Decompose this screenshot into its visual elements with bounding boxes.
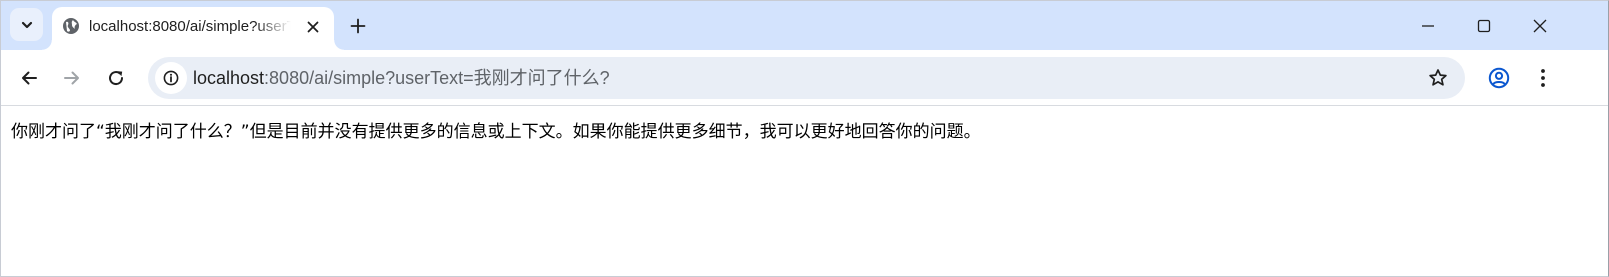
reload-button[interactable] [98, 60, 134, 96]
tab-strip: localhost:8080/ai/simple?userText=我刚才问了什… [1, 1, 1608, 50]
maximize-button[interactable] [1464, 8, 1504, 44]
arrow-left-icon [22, 71, 37, 85]
plus-icon [350, 18, 366, 34]
url-host: localhost [193, 68, 265, 88]
address-bar[interactable]: localhost:8080/ai/simple?userText=我刚才问了什… [148, 57, 1465, 99]
new-tab-button[interactable] [343, 11, 373, 41]
menu-button[interactable] [1525, 60, 1561, 96]
tab-active[interactable]: localhost:8080/ai/simple?userText=我刚才问了什… [42, 7, 344, 50]
minimize-button[interactable] [1408, 8, 1448, 44]
bookmark-button[interactable] [1422, 62, 1454, 94]
url-text[interactable]: localhost:8080/ai/simple?userText=我刚才问了什… [193, 67, 610, 89]
maximize-icon [1477, 19, 1491, 33]
star-icon [1429, 69, 1447, 86]
globe-icon [63, 18, 79, 34]
tab-title: localhost:8080/ai/simple?userText=我刚才问了什… [89, 18, 291, 35]
minimize-icon [1422, 25, 1434, 27]
url-path: :8080/ai/simple?userText=我刚才问了什么? [264, 68, 610, 88]
profile-button[interactable] [1481, 60, 1517, 96]
chevron-down-icon [21, 21, 32, 28]
close-icon [307, 21, 319, 33]
close-icon [1533, 19, 1547, 33]
close-window-button[interactable] [1520, 8, 1560, 44]
info-icon [163, 70, 179, 86]
reload-icon [109, 71, 124, 86]
profile-icon [1488, 67, 1510, 89]
response-text: 你刚才问了“我刚才问了什么？”但是目前并没有提供更多的信息或上下文。如果你能提供… [11, 122, 981, 142]
arrow-right-icon [64, 71, 79, 85]
browser-toolbar: localhost:8080/ai/simple?userText=我刚才问了什… [1, 50, 1608, 106]
tab-search-button[interactable] [10, 8, 43, 41]
back-button[interactable] [11, 60, 47, 96]
browser-window: localhost:8080/ai/simple?userText=我刚才问了什… [0, 0, 1609, 277]
page-content: 你刚才问了“我刚才问了什么？”但是目前并没有提供更多的信息或上下文。如果你能提供… [1, 107, 1608, 276]
kebab-menu-icon [1541, 69, 1545, 87]
site-info-button[interactable] [155, 62, 187, 94]
forward-button[interactable] [54, 60, 90, 96]
tab-close-button[interactable] [302, 16, 324, 38]
